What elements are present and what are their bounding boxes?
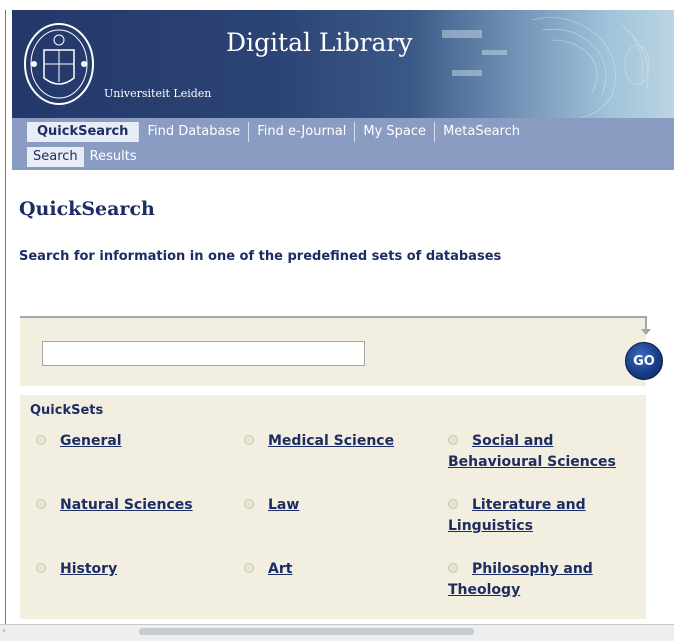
search-panel-connector (645, 316, 647, 330)
quickset-label[interactable]: Literature and Linguistics (448, 497, 586, 534)
arrow-down-icon (641, 329, 651, 335)
nav-tabs: QuickSearch Find Database Find e-Journal… (27, 122, 528, 142)
quickset-label[interactable]: Law (268, 497, 299, 513)
go-button[interactable]: GO (625, 342, 663, 380)
radio-button[interactable] (448, 499, 458, 509)
radio-button[interactable] (36, 499, 46, 509)
quickset-item[interactable]: History (36, 559, 117, 580)
quickset-item[interactable]: Philosophy and Theology (448, 559, 618, 601)
tab-my-space[interactable]: My Space (355, 122, 436, 142)
quickset-label[interactable]: Art (268, 561, 292, 577)
tab-metasearch[interactable]: MetaSearch (435, 122, 528, 142)
tab-quicksearch[interactable]: QuickSearch (27, 122, 140, 142)
quickset-label[interactable]: Philosophy and Theology (448, 561, 593, 598)
radio-button[interactable] (448, 563, 458, 573)
horizontal-scrollbar[interactable]: ‹ (0, 624, 674, 641)
quickset-item[interactable]: Art (244, 559, 292, 580)
tab-find-database[interactable]: Find Database (139, 122, 250, 142)
quickset-item[interactable]: General (36, 431, 122, 452)
radio-button[interactable] (244, 499, 254, 509)
scroll-left-icon[interactable]: ‹ (2, 626, 6, 636)
quickset-item[interactable]: Literature and Linguistics (448, 495, 618, 537)
university-seal-logo (24, 23, 94, 105)
quickset-item[interactable]: Natural Sciences (36, 495, 193, 516)
search-input[interactable] (42, 341, 365, 366)
search-panel-top-line (20, 316, 647, 318)
radio-button[interactable] (36, 435, 46, 445)
quickset-label[interactable]: History (60, 561, 117, 577)
radio-button[interactable] (448, 435, 458, 445)
window-left-border (5, 10, 6, 624)
quickset-item[interactable]: Social and Behavioural Sciences (448, 431, 638, 473)
window-left-margin (0, 0, 12, 624)
quicksets-title: QuickSets (30, 403, 104, 418)
tab-find-e-journal[interactable]: Find e-Journal (249, 122, 356, 142)
page-subtitle: Search for information in one of the pre… (19, 249, 502, 264)
nav-subtabs: Search Results (27, 147, 143, 167)
radio-button[interactable] (244, 563, 254, 573)
quickset-item[interactable]: Medical Science (244, 431, 394, 452)
page-title: QuickSearch (19, 198, 155, 220)
quickset-label[interactable]: Natural Sciences (60, 497, 193, 513)
subtab-search[interactable]: Search (27, 147, 84, 167)
university-name: Universiteit Leiden (104, 87, 212, 100)
quickset-label[interactable]: Social and Behavioural Sciences (448, 433, 616, 470)
quicksets-panel: QuickSets General Medical Science Social… (20, 395, 646, 619)
scrollbar-thumb[interactable] (139, 628, 474, 635)
header-banner: Universiteit Leiden Digital Library (12, 10, 674, 118)
main-navigation: QuickSearch Find Database Find e-Journal… (12, 118, 674, 170)
subtab-results[interactable]: Results (84, 147, 143, 167)
header-decoration-image (442, 17, 650, 118)
radio-button[interactable] (244, 435, 254, 445)
radio-button[interactable] (36, 563, 46, 573)
quickset-item[interactable]: Law (244, 495, 299, 516)
quickset-label[interactable]: General (60, 433, 122, 449)
quickset-label[interactable]: Medical Science (268, 433, 394, 449)
